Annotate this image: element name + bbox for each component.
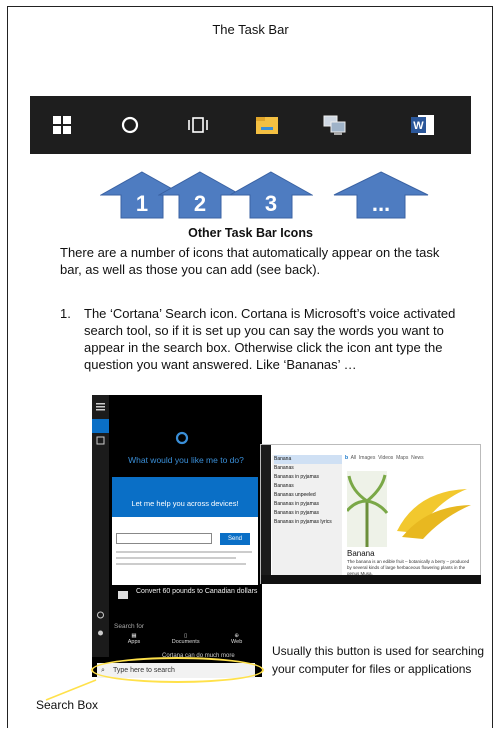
network-computer-icon[interactable] [320, 110, 350, 140]
tab-news[interactable]: News [411, 455, 424, 461]
tab-images[interactable]: Images [359, 455, 375, 461]
bing-icon: b [345, 455, 349, 461]
suggestion-item[interactable]: Bananas [274, 482, 342, 491]
cortana-ring-icon [175, 431, 189, 445]
cortana-question: What would you like me to do? [128, 455, 244, 465]
search-box-highlight [91, 657, 264, 683]
tab-maps[interactable]: Maps [396, 455, 408, 461]
results-sidebar [261, 445, 271, 583]
arrow-more: ... [333, 171, 429, 219]
list-item: 1. The ‘Cortana’ Search icon. Cortana is… [60, 305, 460, 373]
category-web[interactable]: ⊕ Web [231, 633, 242, 645]
cortana-help-banner: Let me help you across devices! [112, 477, 258, 517]
results-taskbar [261, 575, 481, 584]
word-icon[interactable]: W [408, 110, 438, 140]
arrow-label: 3 [264, 191, 278, 216]
search-categories: ▦ Apps ▯ Documents ⊕ Web [112, 633, 258, 645]
taskbar-screenshot: W [30, 96, 471, 154]
search-results-screenshot: Banana Bananas Bananas in pyjamas Banana… [260, 444, 481, 584]
cortana-panel-screenshot: What would you like me to do? Let me hel… [92, 395, 262, 678]
category-apps[interactable]: ▦ Apps [128, 633, 141, 645]
search-box-label: Search Box [36, 698, 99, 712]
suggestion-item[interactable]: Bananas in pyjamas lyrics [274, 518, 342, 527]
send-button[interactable]: Send [220, 533, 250, 545]
subheading: Other Task Bar Icons [188, 226, 313, 240]
arrow-3: 3 [229, 171, 313, 219]
search-for-label: Search for [114, 623, 144, 630]
file-explorer-icon[interactable] [252, 110, 282, 140]
tab-all[interactable]: All [351, 455, 357, 461]
suggestion-item[interactable]: Bananas in pyjamas [274, 509, 342, 518]
windows-start-icon[interactable] [47, 110, 77, 140]
task-view-icon[interactable] [183, 110, 213, 140]
phone-field[interactable] [116, 533, 212, 544]
suggestion-item[interactable]: Bananas in pyjamas [274, 473, 342, 482]
calculator-icon [118, 591, 128, 599]
banana-images [347, 471, 475, 547]
suggestion-item[interactable]: Bananas unpeeled [274, 491, 342, 500]
result-title: Banana [347, 549, 375, 558]
help-line: Let me help you across devices! [131, 499, 239, 508]
arrow-label: ... [371, 191, 391, 216]
caption: Usually this button is used for searchin… [272, 644, 485, 676]
category-documents[interactable]: ▯ Documents [172, 633, 200, 645]
send-app-box: Send [112, 517, 258, 585]
page-title: The Task Bar [212, 22, 289, 37]
tab-videos[interactable]: Videos [378, 455, 393, 461]
suggestion-item[interactable]: Bananas in pyjamas [274, 500, 342, 509]
results-tabs: b All Images Videos Maps News [345, 455, 424, 461]
best-match[interactable]: Banana [274, 455, 342, 464]
intro-paragraph: There are a number of icons that automat… [60, 245, 440, 277]
list-number: 1. [60, 306, 71, 321]
cortana-circle-icon[interactable] [115, 110, 145, 140]
list-text: The ‘Cortana’ Search icon. Cortana is Mi… [84, 306, 456, 372]
suggestions-list: Banana Bananas Bananas in pyjamas Banana… [272, 455, 342, 575]
cortana-sidebar [92, 395, 109, 657]
convert-suggestion[interactable]: Convert 60 pounds to Canadian dollars [136, 587, 258, 596]
svg-text:W: W [413, 120, 424, 132]
suggestion-item[interactable]: Bananas [274, 464, 342, 473]
